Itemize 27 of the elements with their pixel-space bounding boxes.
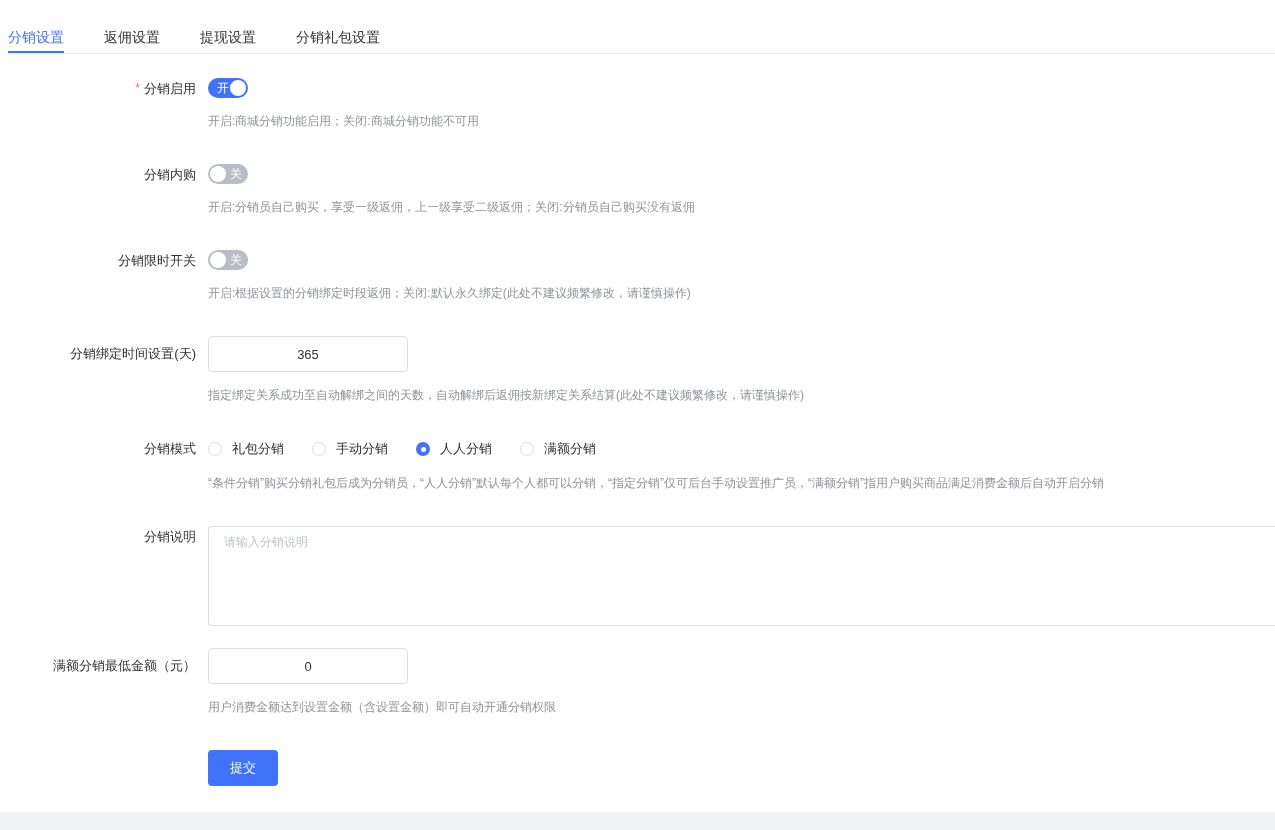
- field-label: 分销说明: [144, 528, 196, 546]
- field-label: 分销模式: [144, 440, 196, 458]
- radio-option[interactable]: 手动分销: [312, 439, 388, 459]
- help-text: 开启:分销员自己购买，享受一级返佣，上一级享受二级返佣；关闭:分销员自己购买没有返佣: [208, 199, 696, 216]
- tab[interactable]: 分销礼包设置: [296, 22, 380, 53]
- tab[interactable]: 分销设置: [8, 22, 64, 53]
- field-label: 分销启用: [144, 80, 196, 98]
- number-input[interactable]: 0: [208, 648, 408, 684]
- field-label: 分销绑定时间设置(天): [70, 345, 196, 363]
- help-text: 指定绑定关系成功至自动解绑之间的天数，自动解绑后返佣按新绑定关系结算(此处不建议频繁修改，请谨慎操作): [208, 387, 805, 404]
- tab[interactable]: 提现设置: [200, 22, 256, 53]
- description-textarea[interactable]: 请输入分销说明: [208, 526, 1275, 626]
- help-text: 开启:根据设置的分销绑定时段返佣；关闭:默认永久绑定(此处不建议频繁修改，请谨慎操作): [208, 285, 692, 302]
- help-text: 开启:商城分销功能启用；关闭:商城分销功能不可用: [208, 113, 480, 130]
- field-label: 满额分销最低金额（元）: [53, 657, 196, 675]
- radio-option[interactable]: 礼包分销: [208, 439, 284, 459]
- number-input[interactable]: 365: [208, 336, 408, 372]
- radio-option[interactable]: 满额分销: [520, 439, 596, 459]
- help-text: 用户消费金额达到设置金额（含设置金额）即可自动开通分销权限: [208, 699, 557, 716]
- tab[interactable]: 返佣设置: [104, 22, 160, 53]
- field-label: 分销内购: [144, 166, 196, 184]
- field-label: 分销限时开关: [118, 252, 196, 270]
- toggle-switch[interactable]: 开: [208, 78, 248, 98]
- radio-option[interactable]: 人人分销: [416, 439, 492, 459]
- help-text: “条件分销”购买分销礼包后成为分销员，“人人分销”默认每个人都可以分销，“指定分销”仅可后台手动设置推广员，“满额分销”指用户购买商品满足消费金额后自动开启分销: [208, 475, 1105, 492]
- required-mark: *: [135, 80, 140, 96]
- submit-button[interactable]: 提交: [208, 750, 278, 786]
